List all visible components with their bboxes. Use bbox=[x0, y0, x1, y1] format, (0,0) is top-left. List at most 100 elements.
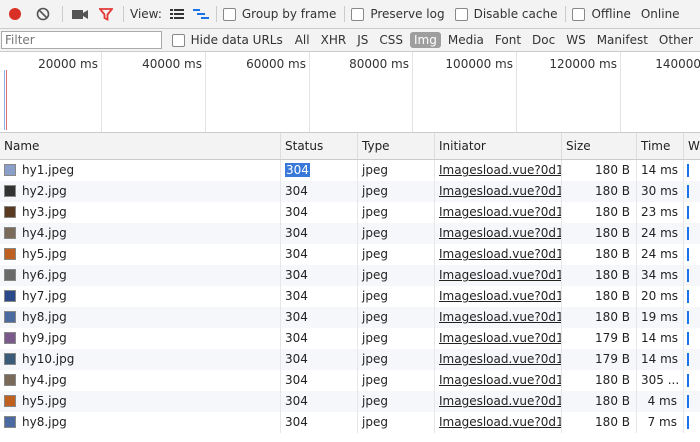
image-thumbnail-icon bbox=[4, 310, 16, 323]
filter-bar: Hide data URLs AllXHRJSCSSImgMediaFontDo… bbox=[0, 29, 700, 52]
initiator-link[interactable]: Imagesload.vue?0d1... bbox=[439, 226, 561, 240]
filter-type-all[interactable]: All bbox=[291, 32, 314, 48]
column-header-type[interactable]: Type bbox=[357, 133, 434, 159]
offline-checkbox[interactable]: Offline bbox=[572, 7, 631, 21]
table-row[interactable]: hy7.jpg 304 jpeg Imagesload.vue?0d1...180 B… bbox=[0, 286, 700, 307]
waterfall-cell bbox=[683, 286, 700, 307]
size-cell: 180 B bbox=[561, 160, 636, 181]
timeline-overview[interactable]: 20000 ms 40000 ms 60000 ms 80000 ms 1000… bbox=[0, 52, 700, 133]
size-cell: 180 B bbox=[561, 244, 636, 265]
initiator-link[interactable]: Imagesload.vue?0d1... bbox=[439, 310, 561, 324]
name-cell[interactable]: hy2.jpg bbox=[0, 181, 280, 202]
column-header-name[interactable]: Name bbox=[0, 133, 280, 159]
group-by-frame-label: Group by frame bbox=[241, 7, 337, 21]
timeline-tick: 100000 ms bbox=[445, 52, 517, 132]
name-cell[interactable]: hy7.jpg bbox=[0, 286, 280, 307]
column-header-status[interactable]: Status bbox=[280, 133, 357, 159]
table-row[interactable]: hy9.jpg 304 jpeg Imagesload.vue?0d1...179 B… bbox=[0, 328, 700, 349]
image-thumbnail-icon bbox=[4, 331, 16, 344]
size-cell: 180 B bbox=[561, 412, 636, 433]
group-by-frame-checkbox[interactable]: Group by frame bbox=[222, 7, 337, 21]
time-cell: 30 ms bbox=[636, 181, 683, 202]
column-header-size[interactable]: Size bbox=[561, 133, 636, 159]
initiator-link[interactable]: Imagesload.vue?0d1... bbox=[439, 247, 561, 261]
filter-type-js[interactable]: JS bbox=[353, 32, 372, 48]
status-cell: 304 bbox=[280, 202, 357, 223]
image-thumbnail-icon bbox=[4, 352, 16, 365]
initiator-link[interactable]: Imagesload.vue?0d1... bbox=[439, 415, 561, 429]
filter-type-manifest[interactable]: Manifest bbox=[593, 32, 652, 48]
status-cell: 304 bbox=[280, 244, 357, 265]
waterfall-cell bbox=[683, 391, 700, 412]
filter-input[interactable] bbox=[1, 31, 162, 49]
initiator-link[interactable]: Imagesload.vue?0d1... bbox=[439, 163, 561, 177]
filter-icon[interactable] bbox=[97, 5, 115, 23]
filter-type-other[interactable]: Other bbox=[655, 32, 697, 48]
time-cell: 23 ms bbox=[636, 202, 683, 223]
name-cell[interactable]: hy1.jpeg bbox=[0, 160, 280, 181]
type-cell: jpeg bbox=[357, 412, 434, 433]
hide-data-urls-label: Hide data URLs bbox=[190, 33, 283, 47]
name-cell[interactable]: hy10.jpg bbox=[0, 349, 280, 370]
name-cell[interactable]: hy9.jpg bbox=[0, 328, 280, 349]
request-name: hy4.jpg bbox=[22, 373, 67, 387]
initiator-link[interactable]: Imagesload.vue?0d1... bbox=[439, 289, 561, 303]
request-name: hy7.jpg bbox=[22, 289, 67, 303]
size-cell: 180 B bbox=[561, 391, 636, 412]
table-row[interactable]: hy5.jpg 304 jpeg Imagesload.vue?0d1...180 B… bbox=[0, 244, 700, 265]
type-cell: jpeg bbox=[357, 370, 434, 391]
table-row[interactable]: hy6.jpg 304 jpeg Imagesload.vue?0d1...180 B… bbox=[0, 265, 700, 286]
name-cell[interactable]: hy6.jpg bbox=[0, 265, 280, 286]
name-cell[interactable]: hy5.jpg bbox=[0, 391, 280, 412]
table-row[interactable]: hy1.jpeg 304 jpeg Imagesload.vue?0d1...180 … bbox=[0, 160, 700, 181]
filter-type-font[interactable]: Font bbox=[491, 32, 525, 48]
name-cell[interactable]: hy3.jpg bbox=[0, 202, 280, 223]
screenshot-camera-icon[interactable] bbox=[71, 5, 89, 23]
hide-data-urls-checkbox[interactable]: Hide data URLs bbox=[171, 33, 283, 47]
size-cell: 180 B bbox=[561, 370, 636, 391]
initiator-link[interactable]: Imagesload.vue?0d1... bbox=[439, 205, 561, 219]
filter-type-xhr[interactable]: XHR bbox=[317, 32, 351, 48]
filter-type-css[interactable]: CSS bbox=[375, 32, 407, 48]
image-thumbnail-icon bbox=[4, 205, 16, 218]
table-row[interactable]: hy4.jpg 304 jpeg Imagesload.vue?0d1...180 B… bbox=[0, 370, 700, 391]
initiator-link[interactable]: Imagesload.vue?0d1... bbox=[439, 373, 561, 387]
filter-type-doc[interactable]: Doc bbox=[528, 32, 559, 48]
column-header-time[interactable]: Time bbox=[636, 133, 683, 159]
throttling-select[interactable]: Online bbox=[641, 7, 680, 21]
initiator-link[interactable]: Imagesload.vue?0d1... bbox=[439, 184, 561, 198]
table-row[interactable]: hy5.jpg 304 jpeg Imagesload.vue?0d1...180 B… bbox=[0, 391, 700, 412]
table-row[interactable]: hy10.jpg 304 jpeg Imagesload.vue?0d1...179 … bbox=[0, 349, 700, 370]
filter-type-img[interactable]: Img bbox=[409, 32, 441, 48]
name-cell[interactable]: hy8.jpg bbox=[0, 307, 280, 328]
time-cell: 24 ms bbox=[636, 223, 683, 244]
record-icon[interactable] bbox=[6, 5, 24, 23]
disable-cache-checkbox[interactable]: Disable cache bbox=[454, 7, 557, 21]
size-cell: 180 B bbox=[561, 181, 636, 202]
name-cell[interactable]: hy4.jpg bbox=[0, 223, 280, 244]
initiator-link[interactable]: Imagesload.vue?0d1... bbox=[439, 394, 561, 408]
initiator-link[interactable]: Imagesload.vue?0d1... bbox=[439, 352, 561, 366]
size-cell: 180 B bbox=[561, 307, 636, 328]
table-row[interactable]: hy2.jpg 304 jpeg Imagesload.vue?0d1...180 B… bbox=[0, 181, 700, 202]
name-cell[interactable]: hy5.jpg bbox=[0, 244, 280, 265]
name-cell[interactable]: hy8.jpg bbox=[0, 412, 280, 433]
initiator-link[interactable]: Imagesload.vue?0d1... bbox=[439, 331, 561, 345]
table-row[interactable]: hy4.jpg 304 jpeg Imagesload.vue?0d1...180 B… bbox=[0, 223, 700, 244]
table-row[interactable]: hy8.jpg 304 jpeg Imagesload.vue?0d1...180 B… bbox=[0, 412, 700, 433]
waterfall-view-icon[interactable] bbox=[192, 5, 210, 23]
request-name: hy8.jpg bbox=[22, 415, 67, 429]
filter-type-media[interactable]: Media bbox=[444, 32, 488, 48]
column-header-initiator[interactable]: Initiator bbox=[434, 133, 561, 159]
column-header-waterfall[interactable]: Wa bbox=[683, 133, 700, 159]
clear-icon[interactable] bbox=[34, 5, 52, 23]
initiator-link[interactable]: Imagesload.vue?0d1... bbox=[439, 268, 561, 282]
preserve-log-checkbox[interactable]: Preserve log bbox=[351, 7, 445, 21]
initiator-cell: Imagesload.vue?0d1... bbox=[434, 181, 561, 202]
table-row[interactable]: hy8.jpg 304 jpeg Imagesload.vue?0d1...180 B… bbox=[0, 307, 700, 328]
table-row[interactable]: hy3.jpg 304 jpeg Imagesload.vue?0d1...180 B… bbox=[0, 202, 700, 223]
initiator-cell: Imagesload.vue?0d1... bbox=[434, 370, 561, 391]
name-cell[interactable]: hy4.jpg bbox=[0, 370, 280, 391]
filter-type-ws[interactable]: WS bbox=[562, 32, 589, 48]
large-rows-icon[interactable] bbox=[168, 5, 186, 23]
